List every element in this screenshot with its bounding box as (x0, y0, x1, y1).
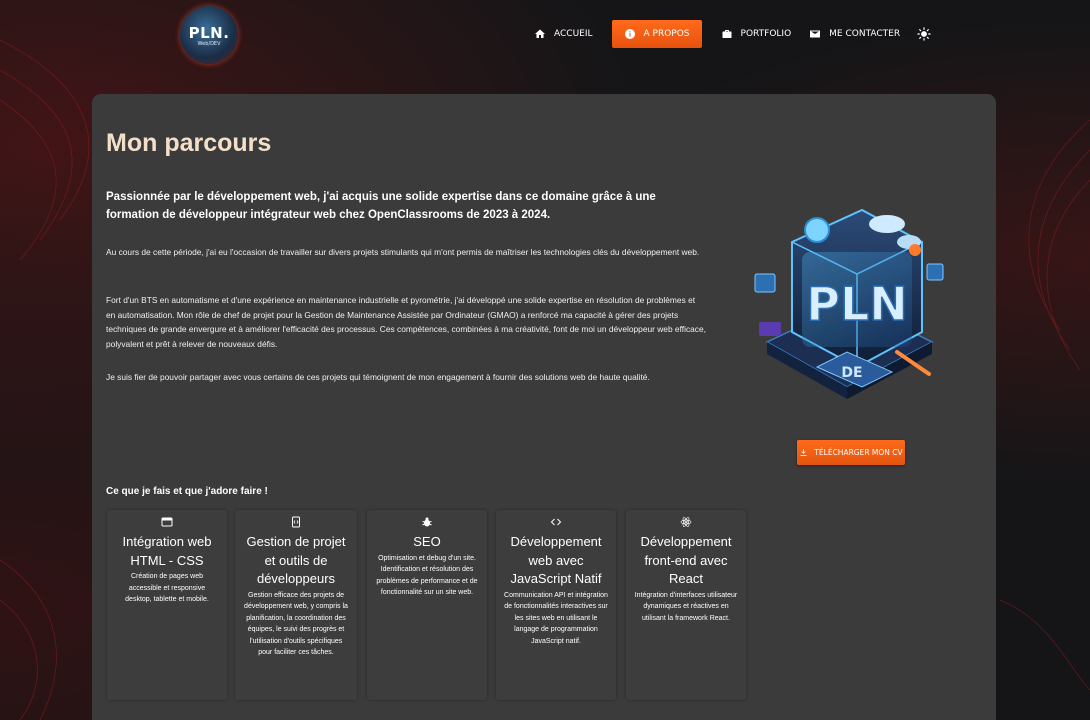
home-icon (535, 29, 545, 38)
skill-card-project-management: Gestion de projet et outils de développe… (235, 510, 357, 700)
intro-lead: Passionnée par le développement web, j'a… (106, 191, 656, 221)
pln-illustration: PLN DE (754, 208, 944, 399)
illustration-badge: DE (841, 365, 862, 381)
bug-icon (422, 517, 432, 527)
skill-card-react: Développement front-end avec React Intég… (626, 510, 746, 700)
skill-title: Développement web avec JavaScript Natif (510, 534, 602, 586)
nav-label: ACCUEIL (554, 29, 593, 39)
logo-text: PLN. (188, 23, 230, 42)
skill-description: Gestion efficace des projets de développ… (244, 591, 348, 657)
skills-heading: Ce que je fais et que j'adore faire ! (106, 486, 268, 497)
nav-label: A PROPOS (643, 29, 690, 39)
skill-card-seo: SEO Optimisation et debug d'un site. Ide… (367, 510, 487, 700)
closing-paragraph: Je suis fier de pouvoir partager avec vo… (106, 372, 650, 382)
browser-icon (161, 517, 173, 527)
sun-icon[interactable] (917, 27, 931, 41)
nav-item-me-contacter[interactable]: ME CONTACTER (800, 20, 909, 48)
skill-card-javascript: Développement web avec JavaScript Natif … (496, 510, 616, 700)
experience-paragraph: Fort d'un BTS en automatisme et d'une ex… (106, 295, 706, 349)
nav-item-accueil[interactable]: ACCUEIL (525, 20, 602, 48)
intro-paragraph: Au cours de cette période, j'ai eu l'occ… (106, 247, 700, 257)
skill-description: Optimisation et debug d'un site. Identif… (376, 554, 478, 597)
skill-card-html-css: Intégration web HTML - CSS Création de p… (107, 510, 227, 700)
skill-description: Communication API et intégration de fonc… (504, 591, 608, 645)
main-nav: ACCUEIL A PROPOS PORTFOLIO ME CONTACTER (525, 20, 931, 48)
nav-item-a-propos[interactable]: A PROPOS (611, 20, 702, 48)
nav-label: ME CONTACTER (829, 29, 901, 39)
download-cv-button[interactable]: TÉLÉCHARGER MON CV (797, 440, 905, 465)
info-icon (624, 29, 635, 39)
illustration-text: PLN (806, 277, 908, 331)
nav-label: PORTFOLIO (740, 29, 792, 39)
site-logo[interactable]: PLN. Web/DEV (180, 6, 238, 64)
nav-item-portfolio[interactable]: PORTFOLIO (712, 20, 801, 48)
page-title: Mon parcours (106, 129, 272, 157)
about-card: Mon parcours Passionnée par le développe… (92, 94, 996, 720)
skill-title: Gestion de projet et outils de développe… (246, 534, 346, 586)
code-device-icon (292, 516, 300, 528)
mail-icon (810, 30, 821, 38)
cv-button-label: TÉLÉCHARGER MON CV (814, 448, 903, 457)
skill-title: Développement front-end avec React (640, 534, 732, 586)
skill-title: Intégration web HTML - CSS (122, 534, 212, 568)
skill-description: Intégration d'interfaces utilisateur dyn… (634, 591, 738, 622)
download-icon (800, 449, 807, 456)
logo-subtext: Web/DEV (197, 40, 221, 47)
react-icon (680, 517, 692, 527)
skill-description: Création de pages web accessible et resp… (125, 573, 209, 603)
briefcase-icon (722, 30, 732, 38)
skill-title: SEO (413, 534, 441, 549)
code-icon (550, 518, 562, 526)
